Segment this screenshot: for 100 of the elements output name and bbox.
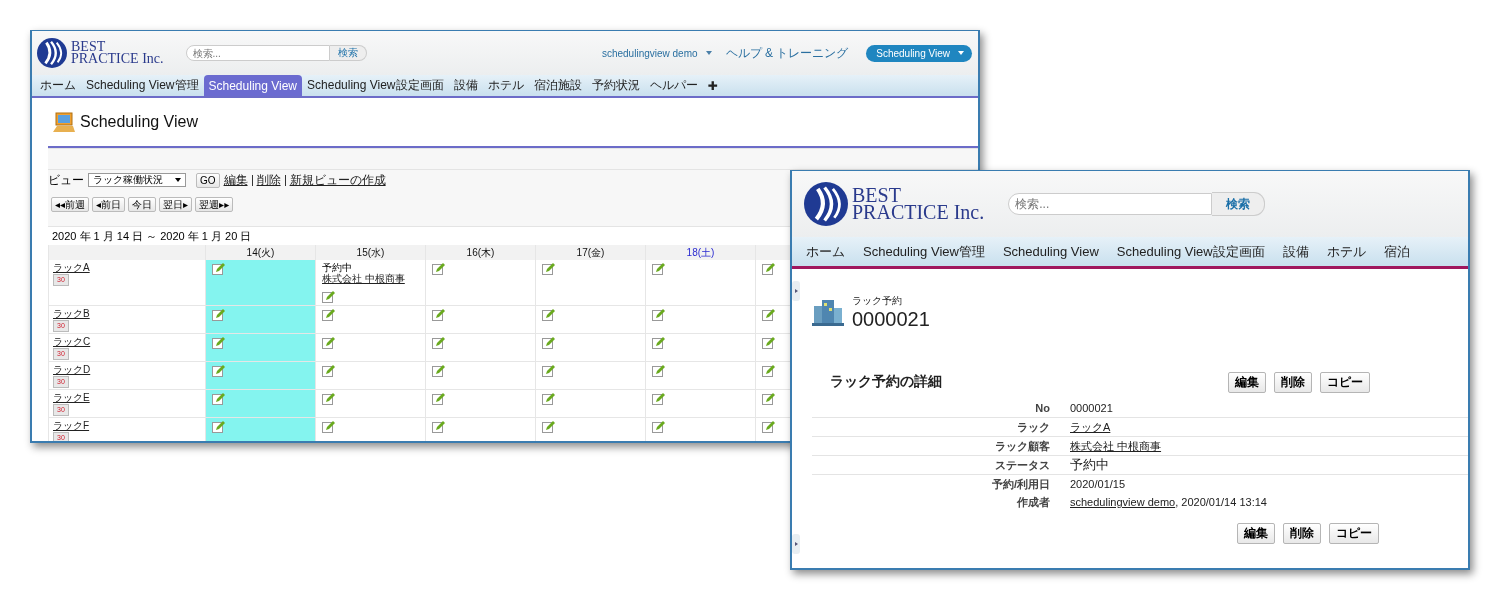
booking-status: 予約中 bbox=[322, 262, 352, 273]
nav-tab[interactable]: Scheduling View設定画面 bbox=[1107, 237, 1274, 266]
field-label: ステータス bbox=[994, 457, 1051, 473]
edit-icon bbox=[432, 335, 445, 349]
field-value: 予約中 bbox=[1070, 456, 1109, 474]
nav-tab[interactable]: 宿泊 bbox=[1374, 237, 1419, 266]
edit-icon bbox=[212, 363, 225, 377]
computer-icon bbox=[52, 111, 76, 133]
field-link[interactable]: 株式会社 中根商事 bbox=[1070, 438, 1162, 454]
view-link[interactable]: 新規ビューの作成 bbox=[284, 174, 386, 186]
nav-tab[interactable]: 宿泊施設 bbox=[528, 75, 587, 96]
edit-icon bbox=[652, 363, 665, 377]
search-field[interactable]: 検索... bbox=[1008, 193, 1213, 215]
rack-link[interactable]: ラックD bbox=[53, 363, 201, 376]
user-menu[interactable]: schedulingview demo bbox=[601, 47, 698, 59]
edit-icon bbox=[212, 335, 225, 349]
edit-icon bbox=[432, 363, 445, 377]
edit-icon bbox=[652, 391, 665, 405]
nav-tab[interactable]: Scheduling View bbox=[203, 75, 303, 96]
edit-icon bbox=[322, 290, 335, 303]
nav-tab[interactable]: Scheduling View bbox=[993, 237, 1108, 266]
page-title: Scheduling View bbox=[80, 113, 198, 131]
date-nav-button[interactable]: 翌日▸ bbox=[159, 197, 193, 212]
app-menu-button[interactable]: Scheduling View bbox=[866, 44, 972, 62]
search-button[interactable]: 検索 bbox=[1212, 192, 1266, 216]
logo-icon bbox=[37, 38, 67, 68]
nav-tab[interactable]: 設備 bbox=[1273, 237, 1318, 266]
rack-link[interactable]: ラックB bbox=[53, 307, 201, 320]
edit-icon bbox=[322, 363, 335, 377]
nav-tab[interactable]: ホーム bbox=[35, 75, 81, 96]
nav-tab[interactable]: 予約状況 bbox=[586, 75, 645, 96]
search-field[interactable]: 検索... bbox=[185, 45, 330, 61]
logo-icon bbox=[804, 182, 848, 226]
edit-icon bbox=[542, 363, 555, 377]
field-label: 作成者 bbox=[1016, 494, 1051, 510]
date-nav-button[interactable]: ◂前日 bbox=[92, 197, 126, 212]
logo-text: BEST PRACTICE Inc. bbox=[71, 41, 164, 65]
view-link[interactable]: 削除 bbox=[251, 174, 281, 186]
action-button[interactable]: 編集 bbox=[1228, 371, 1266, 393]
go-button[interactable]: GO bbox=[196, 172, 220, 188]
rack-link[interactable]: ラックA bbox=[53, 262, 201, 274]
field-link[interactable]: ラックA bbox=[1070, 419, 1111, 435]
nav-tab[interactable]: ホテル bbox=[1317, 237, 1375, 266]
edit-icon bbox=[212, 391, 225, 405]
logo-text: BEST PRACTICE Inc. bbox=[852, 187, 985, 221]
rack-link[interactable]: ラックC bbox=[53, 335, 201, 348]
edit-icon bbox=[542, 307, 555, 321]
nav-tab[interactable]: Scheduling View設定画面 bbox=[302, 75, 449, 96]
customer-link[interactable]: 株式会社 中根商事 bbox=[322, 273, 419, 284]
edit-icon bbox=[652, 335, 665, 349]
help-link[interactable]: ヘルプ & トレーニング bbox=[725, 44, 849, 62]
field-label: ラック bbox=[1016, 419, 1051, 435]
edit-icon bbox=[322, 391, 335, 405]
view-label: ビュー bbox=[48, 171, 84, 189]
action-button[interactable]: 削除 bbox=[1274, 371, 1312, 393]
date-nav-button[interactable]: 翌週▸▸ bbox=[195, 197, 234, 212]
edit-icon bbox=[542, 391, 555, 405]
nav-tab[interactable]: ヘルパー bbox=[644, 75, 703, 96]
rack-link[interactable]: ラックE bbox=[53, 391, 201, 404]
caret-icon bbox=[958, 51, 964, 55]
record-number: 0000021 bbox=[852, 308, 930, 330]
edit-icon bbox=[762, 363, 775, 377]
edit-icon bbox=[542, 262, 555, 275]
date-nav-button[interactable]: ◂◂前週 bbox=[51, 197, 90, 212]
edit-icon bbox=[322, 419, 335, 433]
action-button[interactable]: コピー bbox=[1320, 371, 1370, 393]
date-nav-button[interactable]: 今日 bbox=[128, 197, 157, 212]
edit-icon bbox=[432, 262, 445, 275]
edit-icon bbox=[762, 419, 775, 433]
field-label: ラック顧客 bbox=[994, 438, 1051, 454]
nav-tab[interactable]: ホテル bbox=[482, 75, 529, 96]
column-header: 15(水) bbox=[356, 246, 385, 258]
column-header: 17(金) bbox=[576, 246, 605, 258]
nav-tab[interactable]: 設備 bbox=[448, 75, 483, 96]
sidebar-toggle-icon[interactable] bbox=[792, 281, 800, 301]
nav-tab[interactable]: Scheduling View管理 bbox=[81, 75, 204, 96]
edit-icon bbox=[212, 307, 225, 321]
edit-icon bbox=[212, 262, 225, 275]
edit-icon bbox=[762, 391, 775, 405]
sidebar-toggle-icon[interactable] bbox=[792, 534, 800, 554]
view-link[interactable]: 編集 bbox=[223, 171, 248, 189]
action-button[interactable]: コピー bbox=[1329, 523, 1379, 544]
nav-tab[interactable]: ✚ bbox=[702, 75, 723, 96]
record-type: ラック予約 bbox=[852, 294, 903, 308]
rack-link[interactable]: ラックF bbox=[53, 419, 201, 432]
field-value: , 2020/01/14 13:14 bbox=[1175, 496, 1267, 508]
edit-icon bbox=[432, 419, 445, 433]
action-button[interactable]: 編集 bbox=[1237, 523, 1275, 544]
caret-icon bbox=[705, 51, 712, 55]
section-title: ラック予約の詳細 bbox=[830, 373, 943, 391]
action-button[interactable]: 削除 bbox=[1283, 523, 1321, 544]
search-button[interactable]: 検索 bbox=[329, 45, 367, 61]
view-dropdown[interactable]: ラック稼働状況 bbox=[88, 173, 186, 187]
edit-icon bbox=[652, 262, 665, 275]
column-header: 18(土) bbox=[686, 246, 715, 258]
edit-icon bbox=[542, 335, 555, 349]
edit-icon bbox=[542, 419, 555, 433]
edit-icon bbox=[432, 391, 445, 405]
edit-icon bbox=[762, 262, 775, 275]
edit-icon bbox=[652, 307, 665, 321]
